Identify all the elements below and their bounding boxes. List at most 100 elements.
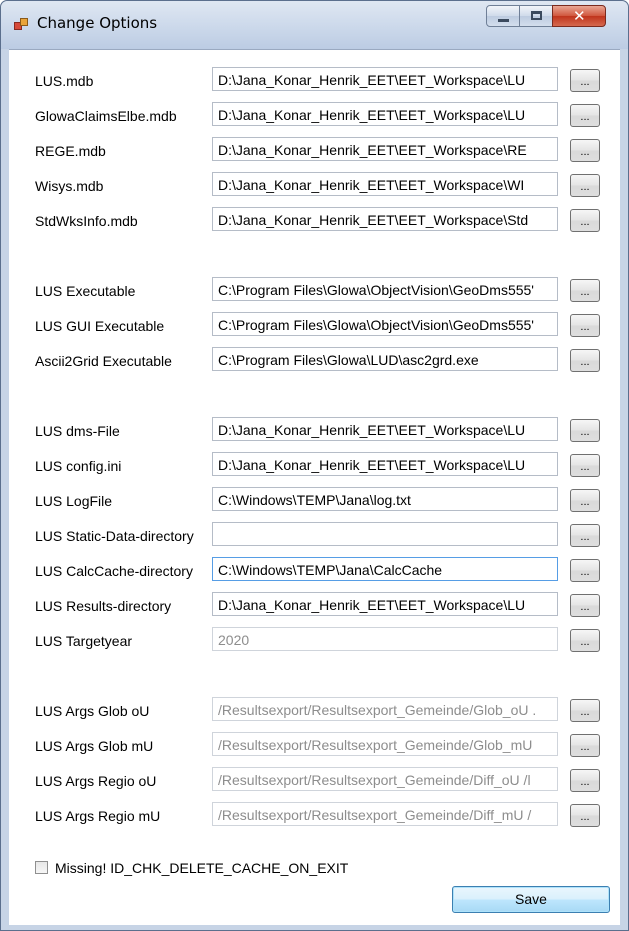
browse-button-lus-dms-file[interactable]: ...: [570, 419, 600, 442]
option-field-rege-mdb[interactable]: D:\Jana_Konar_Henrik_EET\EET_Workspace\R…: [212, 137, 558, 161]
option-row-lus-args-regio-mu: LUS Args Regio mU/Resultsexport/Resultse…: [9, 801, 620, 829]
option-field-lus-config-ini[interactable]: D:\Jana_Konar_Henrik_EET\EET_Workspace\L…: [212, 452, 558, 476]
option-row-lus-config-ini: LUS config.ini D:\Jana_Konar_Henrik_EET\E…: [9, 451, 620, 479]
browse-button-lus-config-ini[interactable]: ...: [570, 454, 600, 477]
option-row-lus-calccache-directory: LUS CalcCache-directory C:\Windows\TEMP\J…: [9, 556, 620, 584]
browse-button-label: ...: [580, 496, 590, 508]
option-row-ascii2grid-executable: Ascii2Grid Executable C:\Program Files\Gl…: [9, 346, 620, 374]
browse-button-wisys-mdb[interactable]: ...: [570, 174, 600, 197]
option-label: LUS Args Glob oU: [35, 703, 150, 719]
option-field-lus-args-glob-ou: /Resultsexport/Resultsexport_Gemeinde/Gl…: [212, 697, 558, 721]
browse-button-label: ...: [580, 426, 590, 438]
close-button[interactable]: ✕: [552, 5, 606, 27]
option-label: LUS Executable: [35, 283, 136, 299]
browse-button-lus-args-glob-mu[interactable]: ...: [570, 734, 600, 757]
option-row-lus-static-data-directory: LUS Static-Data-directory...: [9, 521, 620, 549]
option-row-lus-gui-executable: LUS GUI Executable C:\Program Files\Glowa…: [9, 311, 620, 339]
browse-button-label: ...: [580, 811, 590, 823]
browse-button-lus-static-data-directory[interactable]: ...: [570, 524, 600, 547]
browse-button-lus-mdb[interactable]: ...: [570, 69, 600, 92]
minimize-icon: [498, 19, 509, 22]
option-label: REGE.mdb: [35, 143, 106, 159]
browse-button-lus-calccache-directory[interactable]: ...: [570, 559, 600, 582]
option-label: LUS CalcCache-directory: [35, 563, 193, 579]
browse-button-label: ...: [580, 216, 590, 228]
option-field-lus-dms-file[interactable]: D:\Jana_Konar_Henrik_EET\EET_Workspace\L…: [212, 417, 558, 441]
option-label: LUS Args Regio mU: [35, 808, 161, 824]
option-field-lus-calccache-directory[interactable]: C:\Windows\TEMP\Jana\CalcCache: [212, 557, 558, 581]
option-row-lus-dms-file: LUS dms-File D:\Jana_Konar_Henrik_EET\EET…: [9, 416, 620, 444]
option-field-lus-executable[interactable]: C:\Program Files\Glowa\ObjectVision\GeoD…: [212, 277, 558, 301]
option-row-lus-mdb: LUS.mdb D:\Jana_Konar_Henrik_EET\EET_Work…: [9, 66, 620, 94]
browse-button-lus-args-regio-mu[interactable]: ...: [570, 804, 600, 827]
browse-button-label: ...: [580, 111, 590, 123]
browse-button-stdwksinfo-mdb[interactable]: ...: [570, 209, 600, 232]
browse-button-label: ...: [580, 146, 590, 158]
browse-button-label: ...: [580, 76, 590, 88]
option-label: LUS GUI Executable: [35, 318, 165, 334]
option-field-lus-logfile[interactable]: C:\Windows\TEMP\Jana\log.txt: [212, 487, 558, 511]
browse-button-rege-mdb[interactable]: ...: [570, 139, 600, 162]
option-row-wisys-mdb: Wisys.mdb D:\Jana_Konar_Henrik_EET\EET_Wo…: [9, 171, 620, 199]
maximize-button[interactable]: [519, 5, 553, 27]
option-label: LUS dms-File: [35, 423, 120, 439]
option-label: LUS.mdb: [35, 73, 94, 89]
title-bar[interactable]: Change Options ✕: [1, 1, 628, 49]
browse-button-label: ...: [580, 286, 590, 298]
option-label: Ascii2Grid Executable: [35, 353, 172, 369]
option-field-lus-gui-executable[interactable]: C:\Program Files\Glowa\ObjectVision\GeoD…: [212, 312, 558, 336]
option-field-ascii2grid-executable[interactable]: C:\Program Files\Glowa\LUD\asc2grd.exe: [212, 347, 558, 371]
option-field-lus-targetyear: 2020: [212, 627, 558, 651]
option-field-lus-mdb[interactable]: D:\Jana_Konar_Henrik_EET\EET_Workspace\L…: [212, 67, 558, 91]
browse-button-label: ...: [580, 706, 590, 718]
option-row-lus-results-directory: LUS Results-directory D:\Jana_Konar_Henri…: [9, 591, 620, 619]
browse-button-lus-args-regio-ou[interactable]: ...: [570, 769, 600, 792]
option-row-lus-args-glob-ou: LUS Args Glob oU/Resultsexport/Resultsex…: [9, 696, 620, 724]
option-field-glowaclaimselbe-mdb[interactable]: D:\Jana_Konar_Henrik_EET\EET_Workspace\L…: [212, 102, 558, 126]
option-label: LUS config.ini: [35, 458, 122, 474]
browse-button-lus-gui-executable[interactable]: ...: [570, 314, 600, 337]
option-label: LUS LogFile: [35, 493, 113, 509]
option-field-lus-args-glob-mu: /Resultsexport/Resultsexport_Gemeinde/Gl…: [212, 732, 558, 756]
option-row-glowaclaimselbe-mdb: GlowaClaimsElbe.mdb D:\Jana_Konar_Henrik_…: [9, 101, 620, 129]
browse-button-label: ...: [580, 741, 590, 753]
browse-button-ascii2grid-executable[interactable]: ...: [570, 349, 600, 372]
option-row-lus-args-regio-ou: LUS Args Regio oU/Resultsexport/Resultse…: [9, 766, 620, 794]
change-options-window: Change Options ✕ Missing! ID_CHK_DELETE_…: [0, 0, 629, 931]
option-label: StdWksInfo.mdb: [35, 213, 138, 229]
option-label: LUS Results-directory: [35, 598, 172, 614]
option-label: LUS Targetyear: [35, 633, 133, 649]
browse-button-glowaclaimselbe-mdb[interactable]: ...: [570, 104, 600, 127]
option-label: LUS Args Glob mU: [35, 738, 154, 754]
option-field-lus-args-regio-ou: /Resultsexport/Resultsexport_Gemeinde/Di…: [212, 767, 558, 791]
option-field-lus-static-data-directory[interactable]: [212, 522, 558, 546]
option-row-lus-args-glob-mu: LUS Args Glob mU/Resultsexport/Resultsex…: [9, 731, 620, 759]
option-label: Wisys.mdb: [35, 178, 104, 194]
browse-button-label: ...: [580, 531, 590, 543]
option-label: LUS Static-Data-directory: [35, 528, 194, 544]
option-row-lus-logfile: LUS LogFile C:\Windows\TEMP\Jana\log.txt.…: [9, 486, 620, 514]
option-field-stdwksinfo-mdb[interactable]: D:\Jana_Konar_Henrik_EET\EET_Workspace\S…: [212, 207, 558, 231]
maximize-icon: [531, 11, 542, 20]
option-label: LUS Args Regio oU: [35, 773, 157, 789]
option-field-wisys-mdb[interactable]: D:\Jana_Konar_Henrik_EET\EET_Workspace\W…: [212, 172, 558, 196]
browse-button-lus-args-glob-ou[interactable]: ...: [570, 699, 600, 722]
option-field-lus-args-regio-mu: /Resultsexport/Resultsexport_Gemeinde/Di…: [212, 802, 558, 826]
option-row-stdwksinfo-mdb: StdWksInfo.mdb D:\Jana_Konar_Henrik_EET\E…: [9, 206, 620, 234]
browse-button-lus-logfile[interactable]: ...: [570, 489, 600, 512]
browse-button-lus-results-directory[interactable]: ...: [570, 594, 600, 617]
minimize-button[interactable]: [486, 5, 520, 27]
browse-button-label: ...: [580, 321, 590, 333]
browse-button-label: ...: [580, 461, 590, 473]
options-form: Missing! ID_CHK_DELETE_CACHE_ON_EXIT Sav…: [9, 49, 620, 925]
delete-cache-checkbox[interactable]: [35, 861, 48, 874]
browse-button-lus-executable[interactable]: ...: [570, 279, 600, 302]
app-icon: [14, 18, 28, 30]
browse-button-label: ...: [580, 356, 590, 368]
delete-cache-checkbox-row[interactable]: Missing! ID_CHK_DELETE_CACHE_ON_EXIT: [35, 860, 435, 878]
delete-cache-checkbox-label[interactable]: Missing! ID_CHK_DELETE_CACHE_ON_EXIT: [55, 860, 348, 876]
browse-button-lus-targetyear[interactable]: ...: [570, 629, 600, 652]
browse-button-label: ...: [580, 601, 590, 613]
option-field-lus-results-directory[interactable]: D:\Jana_Konar_Henrik_EET\EET_Workspace\L…: [212, 592, 558, 616]
save-button[interactable]: Save: [452, 886, 610, 913]
